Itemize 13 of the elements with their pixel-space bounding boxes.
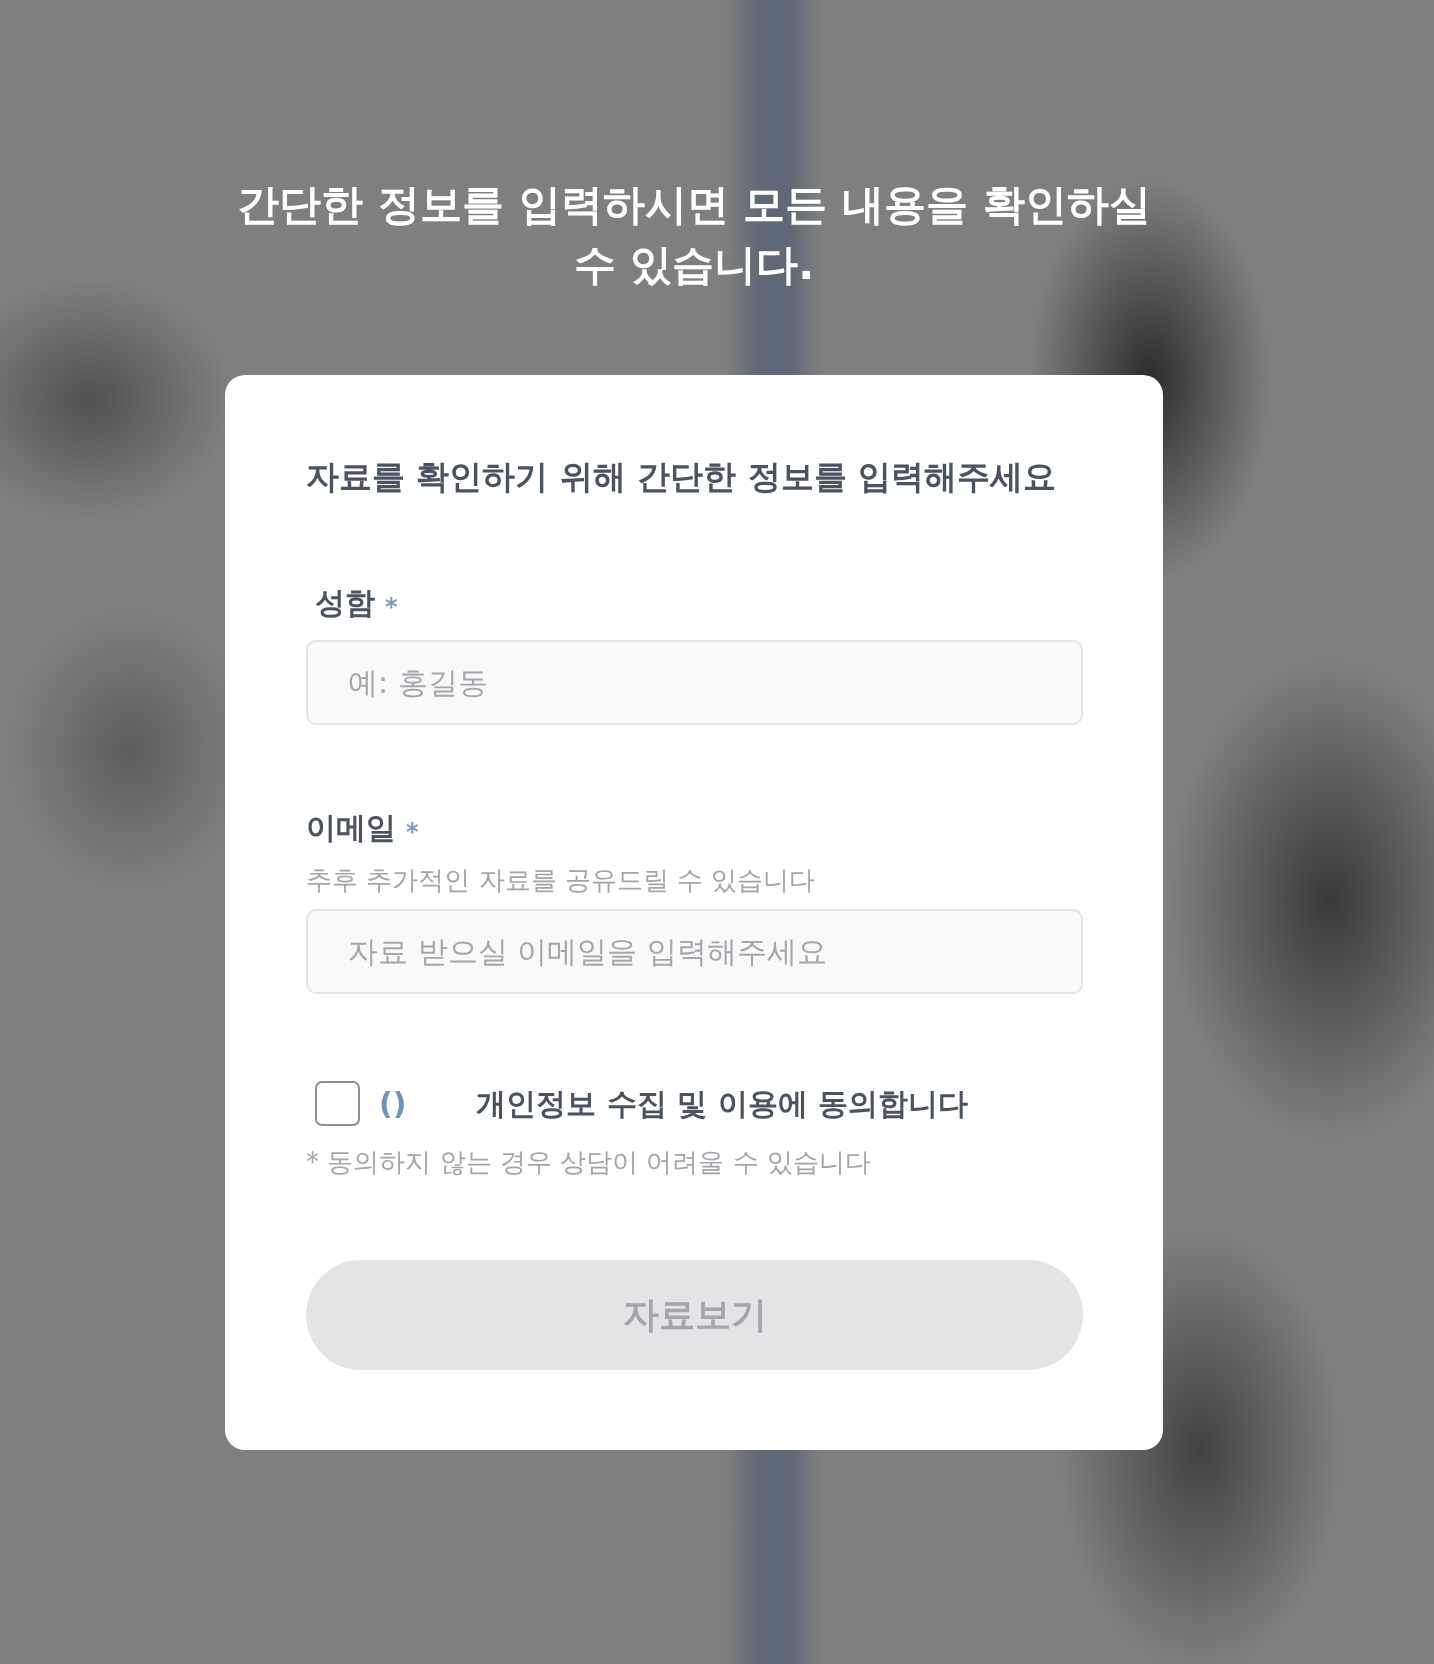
headline: 간단한 정보를 입력하시면 모든 내용을 확인하실 수 있습니다. (236, 179, 1152, 291)
input-field[interactable]: 예: 홍길동 (306, 640, 1083, 725)
field-hint: 추후 추가적인 자료를 공유드릴 수 있습니다 (306, 864, 817, 897)
field-label: 이메일 (306, 809, 396, 847)
consent-label: 개인정보 수집 및 이용에 동의합니다 (476, 1084, 969, 1123)
input-field[interactable]: 자료 받으실 이메일을 입력해주세요 (306, 909, 1083, 994)
form-title: 자료를 확인하기 위해 간단한 정보를 입력해주세요 (306, 456, 1058, 498)
required-mark: * (406, 818, 419, 846)
required-mark: * (385, 593, 398, 621)
checkbox[interactable] (315, 1081, 360, 1126)
field-label: 성함 (315, 584, 375, 622)
consent-link-mark[interactable]: () (379, 1083, 407, 1124)
consent-note: * 동의하지 않는 경우 상담이 어려울 수 있습니다 (306, 1146, 872, 1179)
